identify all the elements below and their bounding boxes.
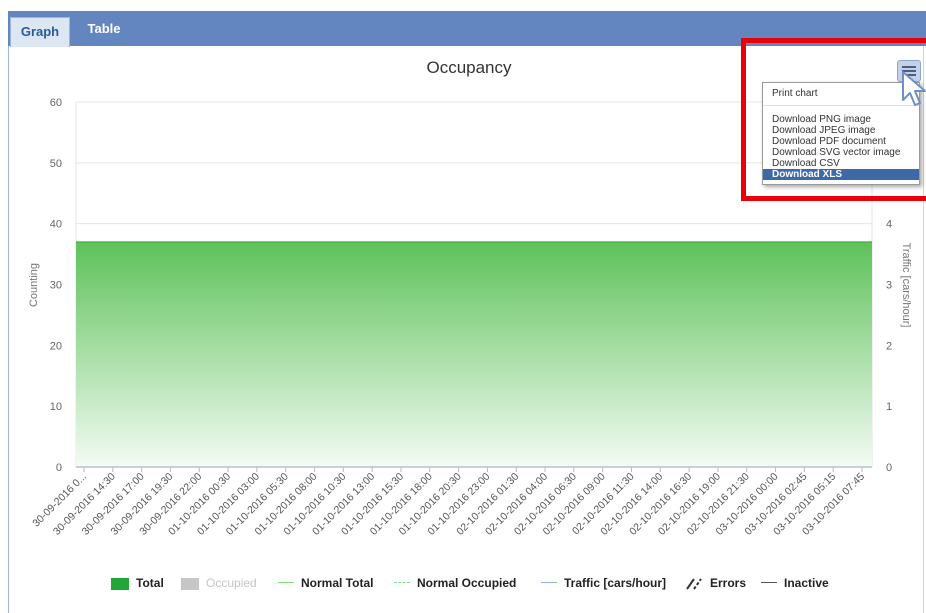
menu-item-download-svg[interactable]: Download SVG vector image <box>763 147 919 158</box>
legend-label: Errors <box>710 576 747 590</box>
legend-item-total[interactable]: Total <box>111 576 164 590</box>
legend-swatch-errors <box>686 578 702 590</box>
legend-label: Inactive <box>784 576 829 590</box>
y2-tick-label: 2 <box>886 340 892 352</box>
chart-title: Occupancy <box>426 58 512 77</box>
menu-item-download-png[interactable]: Download PNG image <box>763 114 919 125</box>
menu-item-download-jpeg[interactable]: Download JPEG image <box>763 125 919 136</box>
legend-item-inactive[interactable]: Inactive <box>761 576 829 590</box>
chart-legend: Total Occupied Normal Total Normal Occup… <box>0 570 926 596</box>
legend-label: Normal Occupied <box>417 576 517 590</box>
y-tick-label: 20 <box>50 340 62 352</box>
y-axis-label: Counting <box>28 263 40 307</box>
y2-axis-label: Traffic [cars/hour] <box>900 243 912 328</box>
y2-tick-label: 4 <box>886 219 892 231</box>
legend-swatch-inactive <box>761 582 777 584</box>
legend-item-occupied[interactable]: Occupied <box>181 576 257 590</box>
menu-item-download-xls[interactable]: Download XLS <box>763 169 919 180</box>
legend-swatch-traffic <box>541 582 557 584</box>
y-tick-label: 0 <box>56 462 62 474</box>
y2-tick-label: 3 <box>886 280 892 292</box>
menu-item-download-pdf[interactable]: Download PDF document <box>763 136 919 147</box>
y-tick-label: 10 <box>50 401 62 413</box>
y2-tick-label: 0 <box>886 462 892 474</box>
mouse-cursor-icon <box>902 71 926 106</box>
y-tick-label: 60 <box>50 97 62 109</box>
legend-swatch-total <box>111 577 129 590</box>
legend-swatch-occupied <box>181 577 199 590</box>
legend-swatch-normal-occupied <box>394 582 410 584</box>
legend-item-traffic[interactable]: Traffic [cars/hour] <box>541 576 666 590</box>
y-tick-label: 50 <box>50 158 62 170</box>
legend-label: Total <box>136 576 164 590</box>
menu-separator <box>763 105 919 106</box>
y2-tick-label: 1 <box>886 401 892 413</box>
y-tick-label: 40 <box>50 219 62 231</box>
legend-label: Traffic [cars/hour] <box>564 576 667 590</box>
legend-item-errors[interactable]: Errors <box>685 576 746 590</box>
legend-label: Occupied <box>206 576 257 590</box>
menu-item-download-csv[interactable]: Download CSV <box>763 158 919 169</box>
legend-label: Normal Total <box>301 576 374 590</box>
legend-swatch-normal-total <box>278 582 294 584</box>
legend-item-normal-occupied[interactable]: Normal Occupied <box>394 576 516 590</box>
menu-item-print-chart[interactable]: Print chart <box>763 87 919 101</box>
y-tick-label: 30 <box>50 280 62 292</box>
series-area-total <box>76 241 872 467</box>
legend-item-normal-total[interactable]: Normal Total <box>278 576 373 590</box>
export-menu: Print chart Download PNG image Download … <box>762 82 920 185</box>
